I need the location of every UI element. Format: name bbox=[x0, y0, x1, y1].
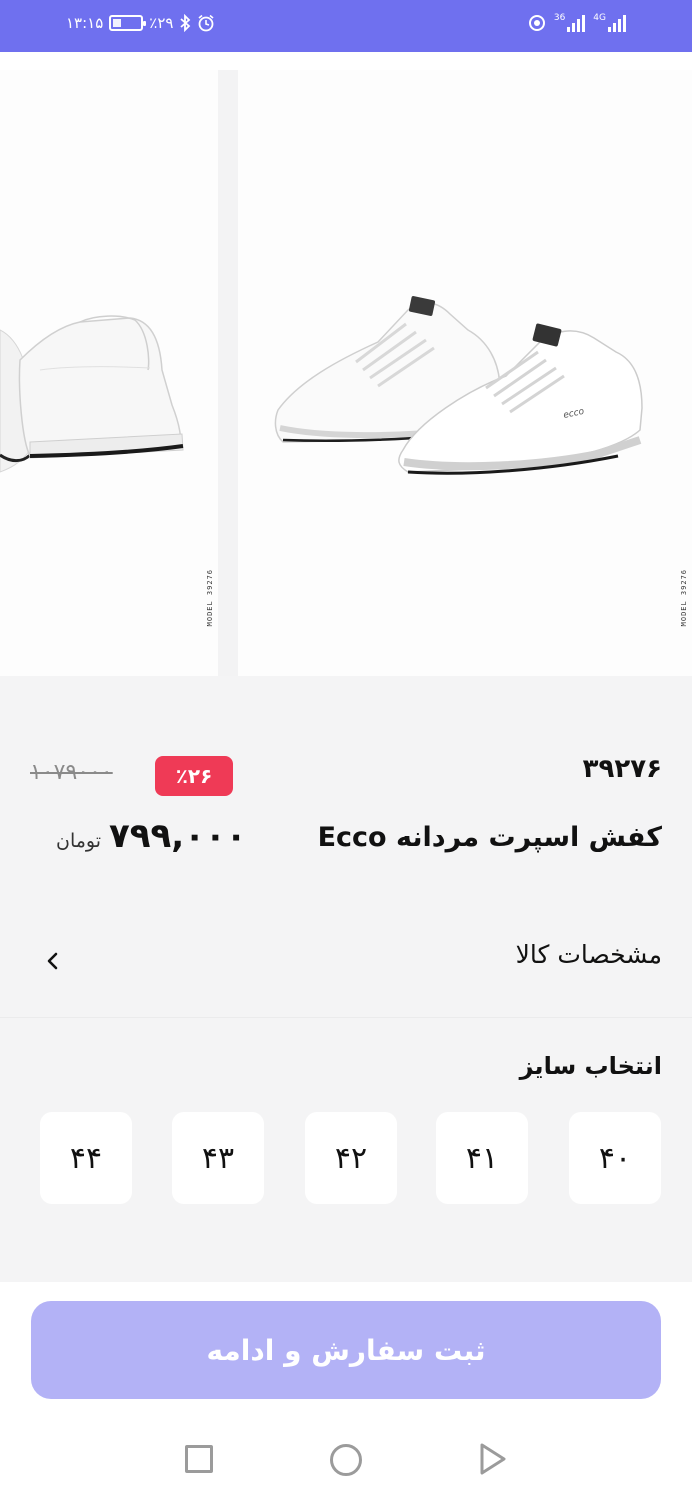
discount-badge: ٪۲۶ bbox=[155, 756, 233, 796]
status-left: ۱۳:۱۵ ٪۲۹ bbox=[66, 14, 215, 32]
data-saver-icon bbox=[528, 15, 545, 31]
signal-icon: 36 bbox=[553, 13, 586, 32]
status-right: 36 4G bbox=[528, 14, 626, 32]
size-option-43[interactable]: ۴۳ bbox=[172, 1112, 264, 1204]
battery-percent: ٪۲۹ bbox=[149, 14, 174, 32]
bottom-bar: ثبت سفارش و ادامه bbox=[0, 1282, 692, 1500]
shoe-pair-image: ecco bbox=[274, 296, 643, 475]
submit-order-button[interactable]: ثبت سفارش و ادامه bbox=[31, 1301, 661, 1399]
size-title: انتخاب سایز bbox=[519, 1052, 662, 1080]
product-title: کفش اسپرت مردانه Ecco bbox=[317, 822, 662, 853]
chevron-left-icon bbox=[47, 952, 58, 970]
product-gallery[interactable]: MODEL 39276 ecco MODEL 39276 bbox=[0, 52, 692, 676]
bluetooth-icon bbox=[180, 14, 191, 32]
battery-icon bbox=[109, 15, 147, 31]
product-code: ۳۹۲۷۶ bbox=[582, 754, 662, 784]
clock: ۱۳:۱۵ bbox=[66, 14, 104, 32]
size-option-44[interactable]: ۴۴ bbox=[40, 1112, 132, 1204]
model-label: MODEL 39276 bbox=[680, 568, 688, 626]
old-price: ۱۰۷۹۰۰۰ bbox=[30, 760, 113, 785]
size-selector: انتخاب سایز ۴۰ ۴۱ ۴۲ ۴۳ ۴۴ bbox=[0, 1018, 692, 1282]
alarm-icon bbox=[198, 14, 214, 32]
specs-label: مشخصات کالا bbox=[515, 940, 662, 969]
shoe-back-image bbox=[0, 315, 184, 473]
signal-icon-2: 4G bbox=[593, 14, 626, 32]
price-currency: تومان bbox=[56, 830, 102, 852]
home-icon[interactable] bbox=[330, 1444, 362, 1476]
status-bar: ۱۳:۱۵ ٪۲۹ 36 4G bbox=[0, 0, 692, 52]
price-value: ۷۹۹,۰۰۰ bbox=[109, 816, 247, 856]
network-type-2: 4G bbox=[593, 13, 606, 23]
price: تومان ۷۹۹,۰۰۰ bbox=[56, 816, 246, 856]
gallery-slide-previous[interactable]: MODEL 39276 bbox=[0, 70, 218, 676]
model-label: MODEL 39276 bbox=[206, 568, 214, 626]
gallery-divider bbox=[218, 70, 238, 676]
gallery-slide-main[interactable]: ecco MODEL 39276 bbox=[238, 70, 692, 676]
size-option-42[interactable]: ۴۲ bbox=[305, 1112, 397, 1204]
size-option-40[interactable]: ۴۰ bbox=[569, 1112, 661, 1204]
network-type-1: 36 bbox=[553, 13, 566, 23]
recent-apps-icon[interactable] bbox=[185, 1445, 213, 1473]
product-info: ۳۹۲۷۶ کفش اسپرت مردانه Ecco ۱۰۷۹۰۰۰ ٪۲۶ … bbox=[0, 676, 692, 904]
product-specs-row[interactable]: مشخصات کالا bbox=[0, 904, 692, 1018]
back-icon[interactable] bbox=[478, 1442, 508, 1476]
size-option-41[interactable]: ۴۱ bbox=[436, 1112, 528, 1204]
